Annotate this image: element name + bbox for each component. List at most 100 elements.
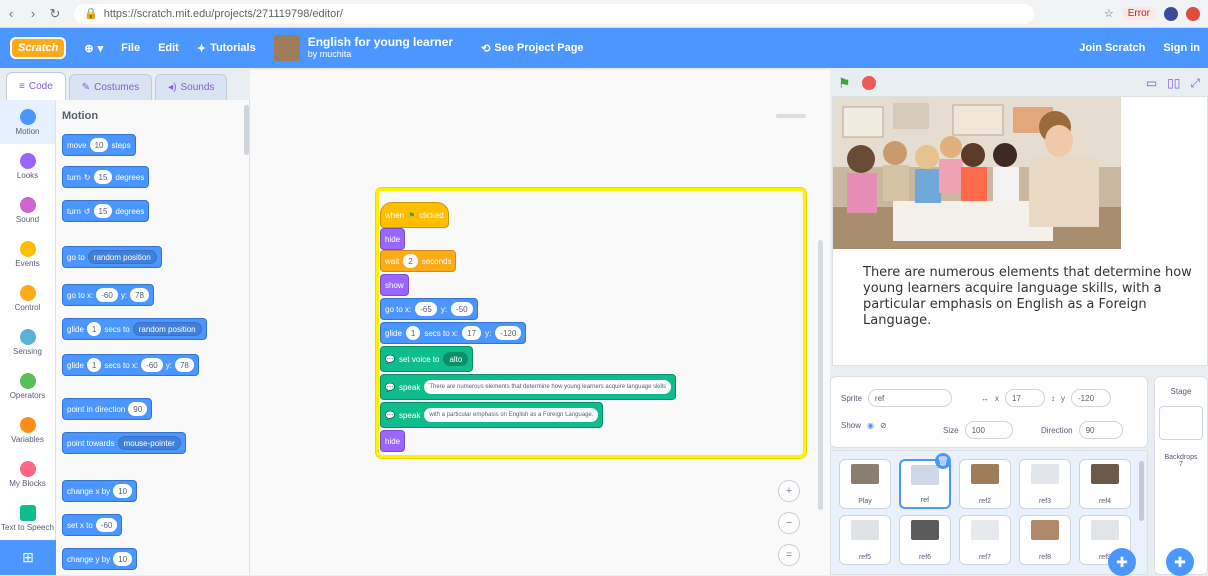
sprite-tile[interactable]: Play (839, 459, 891, 509)
sprite-y-input[interactable]: -120 (1071, 389, 1111, 407)
sprite-tile[interactable]: ref2 (959, 459, 1011, 509)
green-flag-button[interactable]: ⚑ (838, 75, 854, 91)
block-glide-xy-script[interactable]: glide 1 secs to x: 17 y: -120 (380, 322, 527, 344)
category-control[interactable]: Control (0, 276, 55, 320)
zoom-in-button[interactable]: + (778, 480, 800, 502)
star-icon[interactable]: ☆ (1104, 7, 1114, 20)
category-looks[interactable]: Looks (0, 144, 55, 188)
sprite-tile[interactable]: ref6 (899, 515, 951, 565)
block-go-to-xy[interactable]: go to x: -60 y: 78 (62, 284, 154, 306)
block-go-to-xy-script[interactable]: go to x: -65 y: -50 (380, 298, 478, 320)
add-extension-button[interactable]: ⊞ (0, 540, 56, 575)
category-motion[interactable]: Motion (0, 100, 55, 144)
sprite-thumbnail (1091, 520, 1119, 540)
category-events[interactable]: Events (0, 232, 55, 276)
y-arrows-icon: ↕ (1051, 393, 1055, 403)
block-speak-1[interactable]: 💬 speak There are numerous elements that d… (380, 374, 677, 400)
block-wait[interactable]: wait 2 seconds (380, 250, 457, 272)
extension-icon[interactable] (1164, 6, 1178, 21)
small-stage-icon[interactable]: ▭ (1146, 76, 1157, 91)
edit-menu[interactable]: Edit (158, 42, 179, 54)
tab-code[interactable]: ≡ Code (6, 72, 66, 100)
forward-icon[interactable]: › (22, 3, 44, 25)
brush-icon: ✎ (81, 82, 91, 93)
tab-costumes[interactable]: ✎ Costumes (68, 74, 153, 100)
block-when-flag-clicked[interactable]: when ⚑ clicked (380, 202, 449, 228)
sprite-thumbnail (971, 464, 999, 484)
sprite-tile[interactable]: ref5 (839, 515, 891, 565)
zoom-reset-button[interactable]: = (778, 544, 800, 566)
sprite-tile[interactable]: ref4 (1079, 459, 1131, 509)
sign-in-link[interactable]: Sign in (1163, 42, 1200, 54)
workspace-scrollbar[interactable] (818, 240, 823, 510)
sprite-tile[interactable]: ref7 (959, 515, 1011, 565)
block-turn-left[interactable]: turn ↺ 15 degrees (62, 200, 150, 222)
category-sound[interactable]: Sound (0, 188, 55, 232)
zoom-out-icon: − (785, 517, 793, 529)
tutorials-button[interactable]: ✦ Tutorials (197, 42, 256, 55)
block-set-voice[interactable]: 💬 set voice to alto (380, 346, 474, 372)
normal-stage-icon[interactable]: ▯▯ (1167, 76, 1180, 91)
language-menu[interactable]: ⊕ ▾ (84, 42, 103, 55)
category-variables[interactable]: Variables (0, 408, 55, 452)
opera-icon[interactable] (1186, 6, 1200, 21)
backdrops-count: 7 (1179, 461, 1183, 468)
category-operators[interactable]: Operators (0, 364, 55, 408)
sprite-name-input[interactable]: ref (867, 389, 952, 407)
block-glide-to[interactable]: glide 1 secs to random position (62, 318, 207, 340)
block-change-y[interactable]: change y by 10 (62, 548, 138, 570)
block-turn-right[interactable]: turn ↻ 15 degrees (62, 166, 150, 188)
sprite-tile[interactable]: ref8 (1019, 515, 1071, 565)
category-my-blocks[interactable]: My Blocks (0, 452, 55, 496)
block-point-in-direction[interactable]: point in direction 90 (62, 398, 153, 420)
stage-selector-pane[interactable]: Stage Backdrops 7 (1154, 376, 1208, 575)
delete-sprite-icon[interactable]: 🗑 (935, 453, 951, 469)
block-set-x[interactable]: set x to -60 (62, 514, 123, 536)
reload-icon[interactable]: ↻ (44, 3, 66, 25)
sprite-thumbnail (1031, 464, 1059, 484)
fullscreen-icon[interactable]: ⤢ (1190, 76, 1200, 91)
sprite-x-input[interactable]: 17 (1005, 389, 1045, 407)
show-visible-icon[interactable]: ◉ (867, 421, 874, 430)
stage-speech-text: There are numerous elements that determi… (863, 265, 1192, 328)
block-hide[interactable]: hide (380, 228, 406, 250)
tab-sounds[interactable]: ◂) Sounds (155, 74, 228, 100)
block-point-towards[interactable]: point towards mouse-pointer (62, 432, 186, 454)
block-change-x[interactable]: change x by 10 (62, 480, 138, 502)
address-bar[interactable]: 🔒 https://scratch.mit.edu/projects/27111… (74, 3, 1034, 24)
block-hide-end[interactable]: hide (380, 430, 406, 452)
block-move-steps[interactable]: move 10 steps (62, 134, 136, 156)
sprite-thumbnail (971, 520, 999, 540)
scratch-logo[interactable]: Scratch (10, 37, 67, 59)
globe-icon: ⊕ (84, 42, 94, 55)
choose-backdrop-button[interactable]: ✚ (1166, 548, 1194, 576)
block-show[interactable]: show (380, 274, 409, 296)
choose-sprite-button[interactable]: ✚ (1108, 548, 1136, 576)
speech-icon: 💬 (385, 410, 395, 420)
stop-button[interactable] (862, 76, 876, 90)
sprite-direction-input[interactable]: 90 (1078, 421, 1123, 439)
project-title[interactable]: English for young learner by muchita (308, 36, 453, 60)
profile-chip[interactable]: Error (1121, 7, 1156, 20)
see-project-page-button[interactable]: ⟲ See Project Page (481, 42, 584, 55)
sprite-tile[interactable]: ref3 (1019, 459, 1071, 509)
block-speak-2[interactable]: 💬 speak with a particular emphasis on Engl… (380, 402, 604, 428)
sprite-size-input[interactable]: 100 (964, 421, 1013, 439)
code-workspace[interactable]: when ⚑ clicked hide wait 2 seconds show go t… (250, 70, 830, 575)
block-go-to[interactable]: go to random position (62, 246, 162, 268)
stage-canvas[interactable]: There are numerous elements that determi… (832, 96, 1208, 366)
category-sensing[interactable]: Sensing (0, 320, 55, 364)
sprite-list-scrollbar[interactable] (1139, 461, 1144, 521)
block-glide-to-xy[interactable]: glide 1 secs to x: -60 y: 78 (62, 354, 199, 376)
palette-scrollbar[interactable] (244, 105, 249, 155)
show-hidden-icon[interactable]: ⊘ (880, 421, 887, 430)
join-scratch-link[interactable]: Join Scratch (1079, 42, 1145, 54)
url-text: https://scratch.mit.edu/projects/2711197… (103, 7, 343, 20)
back-icon[interactable]: ‹ (0, 3, 22, 25)
category-text-to-speech[interactable]: Text to Speech (0, 496, 55, 540)
file-menu[interactable]: File (121, 42, 140, 54)
zoom-out-button[interactable]: − (778, 512, 800, 534)
stage-thumbnail[interactable] (1159, 406, 1203, 440)
sprite-info-panel: Sprite ref ↔ x 17 ↕ y -120 Show ◉ ⊘ Size… (830, 376, 1148, 448)
workspace-hint (776, 114, 806, 118)
